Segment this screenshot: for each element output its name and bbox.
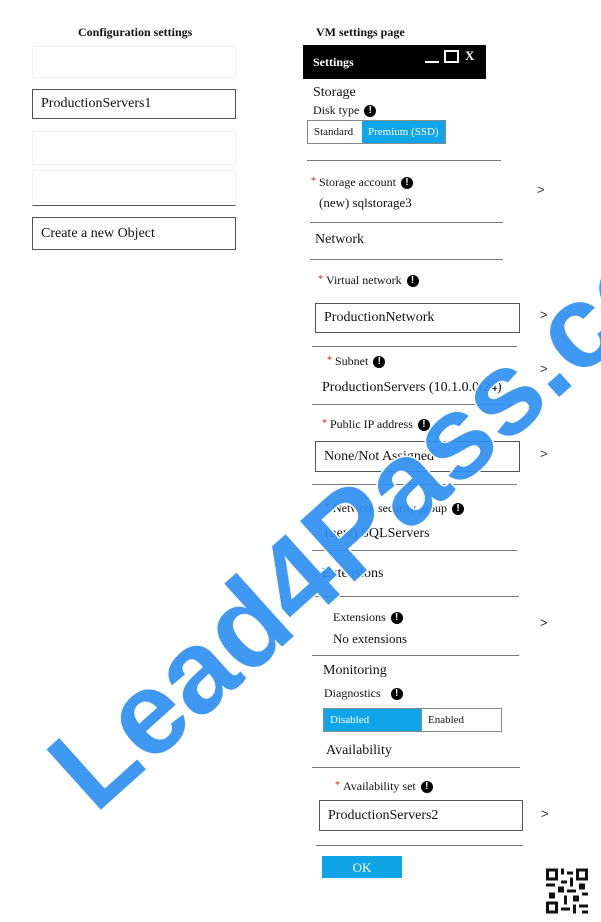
divider (316, 845, 523, 846)
virtual-network-chevron-icon[interactable]: > (540, 307, 548, 322)
info-icon: ! (417, 419, 430, 432)
extensions-label: Extensions! (333, 610, 403, 625)
minimize-icon[interactable] (425, 61, 439, 63)
subnet-label: * Subnet! (327, 354, 386, 369)
info-icon: ! (420, 781, 433, 794)
public-ip-chevron-icon[interactable]: > (540, 446, 548, 461)
storage-account-value[interactable]: (new) sqlstorage3 (319, 195, 412, 211)
settings-window-title: Settings (313, 55, 354, 69)
storage-account-label: * Storage account! (311, 175, 413, 190)
extensions-chevron-icon[interactable]: > (540, 615, 548, 630)
info-icon: ! (373, 356, 386, 369)
divider (312, 404, 517, 405)
public-ip-field[interactable]: None/Not Assigned (315, 441, 520, 472)
diagnostics-label: Diagnostics! (324, 686, 403, 701)
subnet-chevron-icon[interactable]: > (540, 361, 548, 376)
storage-account-chevron-icon[interactable]: > (537, 182, 545, 197)
availability-section-heading: Availability (326, 743, 392, 758)
divider (312, 346, 517, 347)
extensions-value[interactable]: No extensions (333, 631, 407, 647)
info-icon: ! (400, 177, 413, 190)
diagnostics-disabled[interactable]: Disabled (324, 709, 421, 731)
config-option-empty-3[interactable] (32, 170, 236, 206)
diagnostics-toggle[interactable]: Disabled Enabled (323, 708, 502, 732)
network-section-heading: Network (315, 232, 364, 247)
info-icon: ! (364, 105, 377, 118)
disk-type-premium[interactable]: Premium (SSD) (362, 121, 445, 143)
divider (307, 160, 501, 161)
subnet-value[interactable]: ProductionServers (10.1.0.0/24) (322, 380, 502, 396)
extensions-section-heading: Extensions (322, 566, 384, 581)
info-icon: ! (406, 275, 419, 288)
vm-settings-title: VM settings page (316, 25, 405, 39)
availability-set-chevron-icon[interactable]: > (541, 806, 549, 821)
maximize-icon[interactable] (444, 50, 459, 63)
info-icon: ! (390, 612, 403, 625)
divider (312, 596, 519, 597)
disk-type-standard[interactable]: Standard (308, 121, 362, 143)
virtual-network-field[interactable]: ProductionNetwork (315, 303, 520, 333)
availability-set-label: * Availability set! (335, 779, 433, 794)
config-settings-title: Configuration settings (78, 25, 193, 39)
divider (312, 767, 520, 768)
config-option-productionservers1[interactable]: ProductionServers1 (32, 89, 236, 119)
divider (310, 222, 503, 223)
config-option-create-new[interactable]: Create a new Object (32, 217, 236, 250)
divider (312, 550, 517, 551)
info-icon: ! (390, 688, 403, 701)
info-icon: ! (451, 503, 464, 516)
monitoring-section-heading: Monitoring (323, 663, 387, 678)
config-option-empty-1[interactable] (32, 46, 236, 78)
divider (310, 259, 503, 260)
ok-button[interactable]: OK (322, 856, 402, 878)
config-option-empty-2[interactable] (32, 131, 236, 165)
nsg-value[interactable]: (new) SQLServers (325, 526, 430, 542)
nsg-label: * Network security group! (325, 501, 464, 516)
close-icon[interactable]: X (465, 48, 474, 64)
divider (312, 655, 519, 656)
availability-set-field[interactable]: ProductionServers2 (319, 800, 523, 831)
divider (312, 484, 517, 485)
public-ip-label: * Public IP address! (322, 417, 430, 432)
diagnostics-enabled[interactable]: Enabled (421, 709, 501, 731)
disk-type-toggle[interactable]: Standard Premium (SSD) (307, 120, 446, 144)
settings-window-titlebar: Settings X (303, 45, 486, 79)
storage-section-heading: Storage (313, 85, 356, 100)
disk-type-label: Disk type! (313, 103, 377, 118)
qr-code-icon (546, 868, 588, 914)
virtual-network-label: * Virtual network! (318, 273, 419, 288)
